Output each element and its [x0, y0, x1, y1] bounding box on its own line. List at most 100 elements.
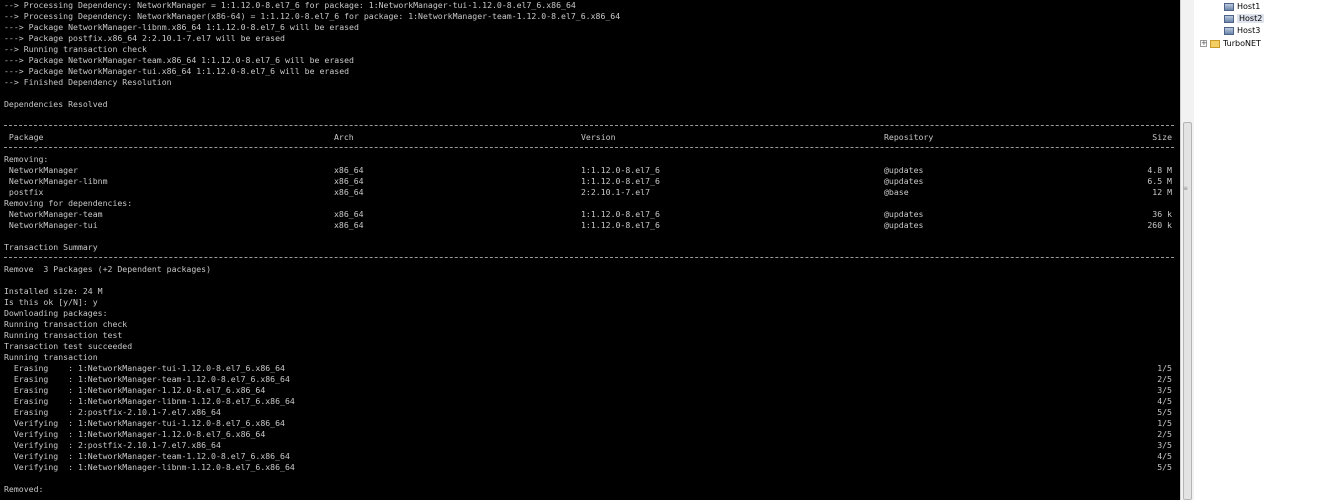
- col-package: Package: [4, 132, 44, 142]
- removed-label: Removed:: [4, 484, 44, 494]
- col-version: 2:2.10.1-7.el7: [581, 187, 651, 197]
- terminal-line: Downloading packages:: [4, 308, 108, 318]
- scroll-grip-icon: ≡: [1183, 185, 1189, 192]
- transaction-step: Verifying : 1:NetworkManager-1.12.0-8.el…: [4, 429, 1174, 440]
- terminal-line: Running transaction: [4, 352, 98, 362]
- col-package: postfix: [4, 187, 44, 197]
- terminal-line: Installed size: 24 M: [4, 286, 103, 296]
- plus-box-icon[interactable]: +: [1200, 40, 1207, 47]
- step-text: Verifying : 1:NetworkManager-libnm-1.12.…: [4, 462, 295, 472]
- transaction-step: Verifying : 1:NetworkManager-team-1.12.0…: [4, 451, 1174, 462]
- col-version: 1:1.12.0-8.el7_6: [581, 176, 660, 186]
- col-repository: @updates: [884, 165, 924, 175]
- col-arch: Arch: [334, 132, 354, 142]
- col-repository: @updates: [884, 176, 924, 186]
- computer-icon: [1224, 2, 1234, 11]
- table-row: NetworkManager-libnm x86_64 1:1.12.0-8.el7…: [4, 176, 1174, 187]
- session-tree: Host1 Host2 Host3 + TurboNET: [1194, 0, 1320, 500]
- table-row: NetworkManager x86_64 1:1.12.0-8.el7_6 @upd…: [4, 165, 1174, 176]
- transaction-step: Erasing : 1:NetworkManager-team-1.12.0-8…: [4, 374, 1174, 385]
- transaction-step: Erasing : 1:NetworkManager-tui-1.12.0-8.…: [4, 363, 1174, 374]
- step-count: 5/5: [1157, 407, 1172, 417]
- step-count: 3/5: [1157, 440, 1172, 450]
- step-text: Erasing : 1:NetworkManager-team-1.12.0-8…: [4, 374, 290, 384]
- table-row: NetworkManager-tui x86_64 1:1.12.0-8.el7_6…: [4, 220, 1174, 231]
- col-size: 260 k: [1147, 220, 1172, 230]
- computer-icon: [1224, 14, 1234, 23]
- terminal-line: --> Processing Dependency: NetworkManage…: [4, 0, 576, 10]
- computer-icon: [1224, 26, 1234, 35]
- tree-item-turbonet[interactable]: + TurboNET: [1200, 38, 1261, 50]
- step-text: Erasing : 1:NetworkManager-tui-1.12.0-8.…: [4, 363, 285, 373]
- col-repository: @updates: [884, 209, 924, 219]
- transaction-step: Verifying : 1:NetworkManager-tui-1.12.0-…: [4, 418, 1174, 429]
- col-version: 1:1.12.0-8.el7_6: [581, 165, 660, 175]
- tree-item-label: TurboNET: [1223, 39, 1261, 48]
- terminal-line: ---> Package NetworkManager-libnm.x86_64…: [4, 22, 359, 32]
- step-text: Erasing : 1:NetworkManager-libnm-1.12.0-…: [4, 396, 295, 406]
- step-text: Erasing : 1:NetworkManager-1.12.0-8.el7_…: [4, 385, 266, 395]
- col-size: Size: [1152, 132, 1172, 142]
- col-size: 36 k: [1152, 209, 1172, 219]
- scrollbar-thumb[interactable]: [1183, 122, 1192, 500]
- col-package: NetworkManager-team: [4, 209, 103, 219]
- transaction-step: Erasing : 1:NetworkManager-1.12.0-8.el7_…: [4, 385, 1174, 396]
- terminal-line: Transaction test succeeded: [4, 341, 133, 351]
- section-label-dependencies: Removing for dependencies:: [4, 198, 133, 208]
- step-count: 4/5: [1157, 451, 1172, 461]
- tree-item-host2[interactable]: Host2: [1224, 13, 1265, 25]
- terminal-line: ---> Package NetworkManager-tui.x86_64 1…: [4, 66, 350, 76]
- col-arch: x86_64: [334, 176, 364, 186]
- table-separator-top: [4, 125, 1174, 126]
- step-text: Verifying : 2:postfix-2.10.1-7.el7.x86_6…: [4, 440, 221, 450]
- step-text: Verifying : 1:NetworkManager-team-1.12.0…: [4, 451, 290, 461]
- table-separator-header: [4, 147, 1174, 148]
- col-size: 4.8 M: [1147, 165, 1172, 175]
- col-repository: @updates: [884, 220, 924, 230]
- summary-separator: [4, 257, 1174, 258]
- step-count: 5/5: [1157, 462, 1172, 472]
- col-arch: x86_64: [334, 187, 364, 197]
- col-package: NetworkManager: [4, 165, 78, 175]
- step-text: Erasing : 2:postfix-2.10.1-7.el7.x86_64: [4, 407, 221, 417]
- transaction-step: Erasing : 1:NetworkManager-libnm-1.12.0-…: [4, 396, 1174, 407]
- terminal-line: --> Finished Dependency Resolution: [4, 77, 172, 87]
- terminal-line: ---> Package postfix.x86_64 2:2.10.1-7.e…: [4, 33, 285, 43]
- step-count: 1/5: [1157, 418, 1172, 428]
- terminal-line: ---> Package NetworkManager-team.x86_64 …: [4, 55, 354, 65]
- tree-item-host3[interactable]: Host3: [1224, 25, 1260, 37]
- step-text: Verifying : 1:NetworkManager-tui-1.12.0-…: [4, 418, 285, 428]
- transaction-step: Verifying : 2:postfix-2.10.1-7.el7.x86_6…: [4, 440, 1174, 451]
- terminal-line: --> Processing Dependency: NetworkManage…: [4, 11, 621, 21]
- terminal-line: Running transaction test: [4, 330, 123, 340]
- tree-item-host1[interactable]: Host1: [1224, 1, 1260, 13]
- section-label-removing: Removing:: [4, 154, 49, 164]
- col-repository: Repository: [884, 132, 934, 142]
- col-size: 6.5 M: [1147, 176, 1172, 186]
- table-header-row: Package Arch Version Repository Size: [4, 132, 1174, 143]
- terminal-output[interactable]: --> Processing Dependency: NetworkManage…: [0, 0, 1180, 500]
- tree-item-label: Host1: [1237, 2, 1261, 11]
- terminal-line: Is this ok [y/N]: y: [4, 297, 98, 307]
- col-package: NetworkManager-tui: [4, 220, 98, 230]
- table-row: NetworkManager-team x86_64 1:1.12.0-8.el7_…: [4, 209, 1174, 220]
- step-text: Verifying : 1:NetworkManager-1.12.0-8.el…: [4, 429, 266, 439]
- terminal-line: --> Running transaction check: [4, 44, 147, 54]
- step-count: 1/5: [1157, 363, 1172, 373]
- table-row: postfix x86_64 2:2.10.1-7.el7 @base 12 M: [4, 187, 1174, 198]
- col-version: 1:1.12.0-8.el7_6: [581, 209, 660, 219]
- step-count: 2/5: [1157, 374, 1172, 384]
- col-arch: x86_64: [334, 220, 364, 230]
- step-count: 3/5: [1157, 385, 1172, 395]
- summary-title: Transaction Summary: [4, 242, 98, 252]
- tree-item-label: Host3: [1237, 26, 1261, 35]
- transaction-step: Verifying : 1:NetworkManager-libnm-1.12.…: [4, 462, 1174, 473]
- col-arch: x86_64: [334, 165, 364, 175]
- step-count: 4/5: [1157, 396, 1172, 406]
- col-version: 1:1.12.0-8.el7_6: [581, 220, 660, 230]
- terminal-scrollbar[interactable]: ≡: [1180, 0, 1194, 500]
- col-version: Version: [581, 132, 616, 142]
- folder-icon: [1210, 39, 1220, 48]
- terminal-line: Dependencies Resolved: [4, 99, 108, 109]
- col-package: NetworkManager-libnm: [4, 176, 108, 186]
